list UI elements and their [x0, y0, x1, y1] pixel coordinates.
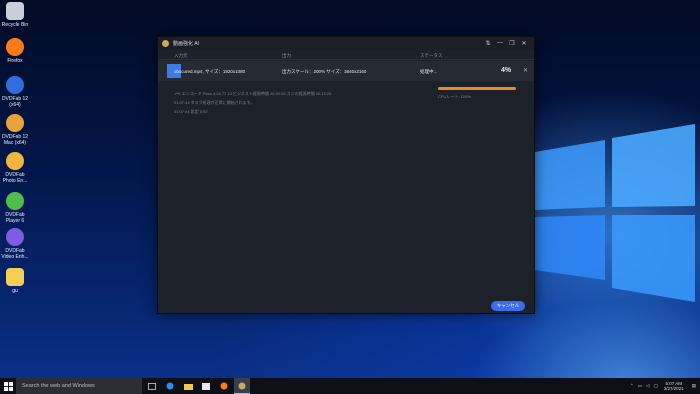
windows-start-icon — [3, 381, 13, 391]
desktop-icon[interactable]: DVDFab Video Enh... — [0, 228, 30, 260]
close-button[interactable]: ✕ — [518, 40, 530, 47]
start-button[interactable] — [0, 378, 16, 394]
dvdfab-icon — [6, 76, 24, 94]
desktop-icon-label: gu — [12, 288, 18, 294]
task-log: -PK エンコード Pass 4.04 77 10 ビジネスト経過時間 26:0… — [174, 89, 331, 116]
task-view-icon[interactable] — [144, 378, 160, 394]
taskbar-search-box[interactable]: Search the web and Windows — [16, 378, 142, 394]
progress-panel: CPUレート: 100% — [438, 87, 516, 100]
windows-logo-light — [535, 124, 695, 302]
cancel-button[interactable]: キャンセル — [491, 301, 525, 311]
input-file-info: obscured.mp4, サイズ：1920x1080 — [174, 69, 246, 74]
tray-up-arrow-icon[interactable]: ⌃ — [630, 383, 634, 389]
task-status: 処理中... — [420, 69, 438, 74]
desktop-icon-label: DVDFab Photo En... — [2, 172, 28, 184]
task-row[interactable]: obscured.mp4, サイズ：1920x1080 出力スケール：200% … — [158, 61, 534, 81]
desktop-icon-label: DVDFab 12 Mac (x64) — [1, 134, 29, 146]
output-info: 出力スケール：200% サイズ：3840x2160 — [282, 69, 367, 74]
log-line: 01:07:44 タスク処理が正常に開始されます。 — [174, 100, 255, 105]
chat-icon[interactable]: ▢ — [653, 383, 657, 389]
output-column-label: 出力 — [282, 53, 291, 58]
desktop-icon[interactable]: DVDFab 12 (x64) — [0, 76, 30, 108]
folder-icon — [6, 268, 24, 286]
app-title: 動画強化 AI — [173, 40, 200, 47]
dvdfab-player-icon — [6, 192, 24, 210]
network-icon[interactable]: ▭ — [638, 383, 642, 389]
desktop-icon-label: Recycle Bin — [1, 22, 29, 28]
column-header: 入力元 出力 ステータス — [158, 50, 534, 60]
dvdfab-mac-icon — [6, 114, 24, 132]
task-percent: 4% — [501, 67, 512, 74]
edge-icon[interactable] — [162, 378, 178, 394]
log-line: -PK エンコード Pass 4.04 77 10 ビジネスト経過時間 26:0… — [174, 91, 332, 96]
desktop-icon[interactable]: DVDFab 12 Mac (x64) — [0, 114, 30, 146]
log-line: 01:07:44 設定 5:52 — [174, 109, 208, 114]
status-column-label: ステータス — [420, 53, 443, 58]
store-icon[interactable] — [198, 378, 214, 394]
sort-icon[interactable]: ⇅ — [482, 40, 494, 47]
desktop-icon[interactable]: Recycle Bin — [0, 2, 30, 28]
taskbar-clock[interactable]: 5:07 AM 3/27/2021 — [664, 381, 684, 391]
firefox-icon — [6, 38, 24, 56]
desktop-icon-label: DVDFab 12 (x64) — [1, 96, 29, 108]
input-column-label: 入力元 — [174, 53, 188, 58]
app-titlebar: 動画強化 AI ⇅ — ❐ ✕ — [158, 37, 534, 49]
app-logo-icon — [162, 39, 169, 47]
desktop-icon[interactable]: Firefox — [0, 38, 30, 64]
desktop-icon-label: Firefox — [7, 58, 23, 64]
desktop-icon-label: DVDFab Player 6 — [5, 212, 25, 224]
clock-date: 3/27/2021 — [663, 386, 684, 391]
desktop-icon[interactable]: DVDFab Photo En... — [0, 152, 30, 184]
dvdfab-video-icon — [6, 228, 24, 246]
recycle-bin-icon — [6, 2, 24, 20]
desktop-icon[interactable]: gu — [0, 268, 30, 294]
firefox-icon[interactable] — [216, 378, 232, 394]
cpu-rate-label: CPUレート: 100% — [438, 94, 471, 99]
taskbar: Search the web and Windows ⌃ ▭ ◁ ▢ 5:07 … — [0, 378, 700, 394]
explorer-icon[interactable] — [180, 378, 196, 394]
system-tray: ⌃ ▭ ◁ ▢ 5:07 AM 3/27/2021 ▤ — [630, 378, 696, 394]
minimize-button[interactable]: — — [494, 40, 506, 46]
maximize-button[interactable]: ❐ — [506, 40, 518, 47]
dvdfab-taskbar-icon[interactable] — [234, 378, 250, 394]
progress-bar — [438, 87, 516, 90]
desktop-icon-label: DVDFab Video Enh... — [1, 248, 29, 260]
dvdfab-photo-icon — [6, 152, 24, 170]
desktop-icon[interactable]: DVDFab Player 6 — [0, 192, 30, 224]
volume-icon[interactable]: ◁ — [646, 383, 649, 389]
video-enhancer-window: 動画強化 AI ⇅ — ❐ ✕ 入力元 出力 ステータス obscured.mp… — [157, 36, 535, 314]
progress-fill — [438, 87, 516, 90]
remove-task-icon[interactable]: ✕ — [523, 67, 528, 74]
notifications-icon[interactable]: ▤ — [692, 383, 696, 389]
